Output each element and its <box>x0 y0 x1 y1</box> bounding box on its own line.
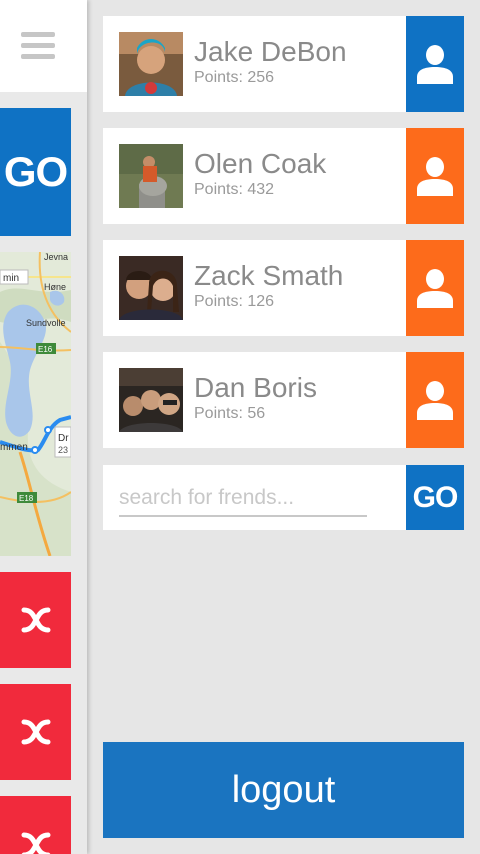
user-icon <box>417 45 453 84</box>
remove-button-2[interactable] <box>0 684 71 780</box>
remove-button-3[interactable] <box>0 796 71 854</box>
friend-points: Points: 56 <box>194 405 266 422</box>
search-input[interactable] <box>119 481 367 517</box>
friend-name: Jake DeBon <box>194 36 347 67</box>
map-thumbnail[interactable]: min Jevna Høne Sundvolle E16 Dr 23 mmen … <box>0 252 71 556</box>
friend-name: Olen Coak <box>194 148 327 179</box>
friend-name: Zack Smath <box>194 260 344 291</box>
avatar <box>119 256 183 320</box>
close-icon <box>21 719 50 745</box>
friend-profile-button[interactable] <box>406 128 464 224</box>
avatar <box>119 368 183 432</box>
close-icon <box>21 832 50 854</box>
map-label-23: 23 <box>58 445 68 455</box>
close-icon <box>21 607 50 633</box>
avatar <box>119 32 183 96</box>
map-label-e16: E16 <box>38 345 53 354</box>
map-label-honefoss: Høne <box>44 282 66 292</box>
map-label-e18: E18 <box>19 494 34 503</box>
map-label-drammen: mmen <box>0 442 28 453</box>
menu-button[interactable] <box>0 0 87 92</box>
remove-button-1[interactable] <box>0 572 71 668</box>
side-panel: GO min Jevna Høne Sundvolle E16 Dr 23 mm… <box>0 0 87 854</box>
map-label-sundvollen: Sundvolle <box>26 318 66 328</box>
search-go-button[interactable]: GO <box>406 465 464 530</box>
user-icon <box>417 381 453 420</box>
map-label-jevna: Jevna <box>44 252 68 262</box>
user-icon <box>417 269 453 308</box>
friend-card[interactable]: Zack Smath Points: 126 <box>103 240 464 336</box>
friend-card[interactable]: Jake DeBon Points: 256 <box>103 16 464 112</box>
friend-profile-button[interactable] <box>406 16 464 112</box>
friend-search-box: GO <box>103 465 464 530</box>
friend-points: Points: 126 <box>194 293 275 310</box>
friend-points: Points: 256 <box>194 69 275 86</box>
user-icon <box>417 157 453 196</box>
avatar <box>119 144 183 208</box>
friend-card[interactable]: Dan Boris Points: 56 <box>103 352 464 448</box>
friend-points: Points: 432 <box>194 181 275 198</box>
friend-profile-button[interactable] <box>406 240 464 336</box>
map-label-min: min <box>3 273 19 284</box>
friend-profile-button[interactable] <box>406 352 464 448</box>
map-image: min Jevna Høne Sundvolle E16 Dr 23 mmen … <box>0 252 71 556</box>
logout-button[interactable]: logout <box>103 742 464 838</box>
side-go-button[interactable]: GO <box>0 108 71 236</box>
friend-name: Dan Boris <box>194 372 317 403</box>
friend-card[interactable]: Olen Coak Points: 432 <box>103 128 464 224</box>
map-label-dr: Dr <box>58 433 69 444</box>
